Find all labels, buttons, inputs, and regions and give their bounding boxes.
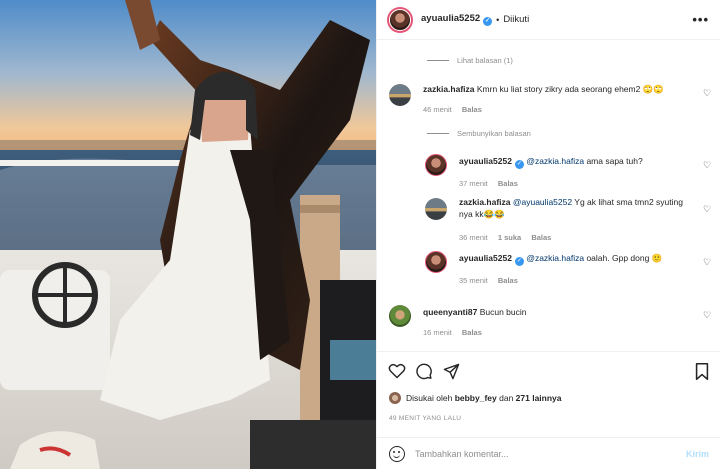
comment-body: Bucun bucin <box>479 307 527 317</box>
mention-link[interactable]: @ayuaulia5252 <box>513 197 572 207</box>
commenter-username[interactable]: zazkia.hafiza <box>423 84 475 94</box>
comments-list: Lihat balasan (1) zazkia.hafiza Kmrn ku … <box>377 41 720 351</box>
follow-status-button[interactable]: Diikuti <box>503 14 529 25</box>
author-username-text[interactable]: ayuaulia5252 <box>421 13 480 24</box>
view-replies-button[interactable]: Lihat balasan (1) <box>427 56 513 65</box>
divider <box>427 60 449 61</box>
reply-button[interactable]: Balas <box>498 276 518 285</box>
heart-icon[interactable] <box>388 363 406 379</box>
reply-meta: 35 menit Balas <box>459 276 526 285</box>
replier-username[interactable]: zazkia.hafiza <box>459 197 511 207</box>
reply-time[interactable]: 37 menit <box>459 179 488 188</box>
bookmark-icon[interactable] <box>695 363 709 380</box>
reply-meta: 36 menit 1 suka Balas <box>459 233 559 242</box>
post-time[interactable]: 49 MENIT YANG LALU <box>389 415 461 422</box>
heart-icon[interactable]: ♡ <box>703 88 711 99</box>
more-options-icon[interactable]: ••• <box>692 12 709 27</box>
replier-avatar[interactable] <box>425 198 447 220</box>
reply-button[interactable]: Balas <box>498 179 518 188</box>
emoji: 🙄🙄 <box>642 84 664 94</box>
post-actions: Disukai oleh bebby_fey dan 271 lainnya 4… <box>377 351 720 441</box>
post-header: ayuaulia5252 ✓ • Diikuti ••• <box>377 0 720 40</box>
comment-text: queenyanti87 Bucun bucin <box>423 306 527 318</box>
emoji-icon[interactable] <box>389 445 405 462</box>
view-replies-label[interactable]: Lihat balasan (1) <box>457 56 513 65</box>
verified-icon: ✓ <box>514 257 524 266</box>
mention-link[interactable]: @zazkia.hafiza <box>526 156 584 166</box>
commenter-avatar[interactable] <box>389 305 411 327</box>
post-photo[interactable] <box>0 0 376 469</box>
post-comment-button[interactable]: Kirim <box>686 449 709 459</box>
comment-time[interactable]: 16 menit <box>423 328 452 337</box>
mention-link[interactable]: @zazkia.hafiza <box>526 253 584 263</box>
hide-replies-label[interactable]: Sembunyikan balasan <box>457 129 531 138</box>
replier-avatar[interactable] <box>425 251 447 273</box>
comment-meta: 46 menit Balas <box>423 105 490 114</box>
reply-text: zazkia.hafiza @ayuaulia5252 Yg ak lihat … <box>459 196 691 220</box>
heart-icon[interactable]: ♡ <box>703 310 711 321</box>
share-icon[interactable] <box>443 363 460 380</box>
heart-icon[interactable]: ♡ <box>703 204 711 215</box>
hide-replies-button[interactable]: Sembunyikan balasan <box>427 129 531 138</box>
reply-time[interactable]: 35 menit <box>459 276 488 285</box>
liked-prefix: Disukai oleh <box>406 393 453 403</box>
heart-icon[interactable]: ♡ <box>703 160 711 171</box>
likes-others[interactable]: 271 lainnya <box>516 393 562 403</box>
liked-by: Disukai oleh bebby_fey dan 271 lainnya <box>389 392 562 404</box>
comment-meta: 16 menit Balas <box>423 328 490 337</box>
liker-avatar[interactable] <box>389 392 401 404</box>
author-username[interactable]: ayuaulia5252 ✓ <box>421 13 493 26</box>
liker-username[interactable]: bebby_fey <box>455 393 497 403</box>
verified-icon: ✓ <box>483 17 493 26</box>
heart-icon[interactable]: ♡ <box>703 257 711 268</box>
reply-time[interactable]: 36 menit <box>459 233 488 242</box>
divider <box>427 133 449 134</box>
reply-meta: 37 menit Balas <box>459 179 526 188</box>
post-detail-panel: ayuaulia5252 ✓ • Diikuti ••• Lihat balasa… <box>376 0 720 469</box>
reply-body: oalah. Gpp dong <box>586 253 650 263</box>
reply-button[interactable]: Balas <box>531 233 551 242</box>
reply-text: ayuaulia5252 ✓ @zazkia.hafiza oalah. Gpp … <box>459 252 662 266</box>
verified-icon: ✓ <box>514 160 524 169</box>
replier-avatar[interactable] <box>425 154 447 176</box>
comment-input[interactable] <box>415 448 665 459</box>
reply-button[interactable]: Balas <box>462 105 482 114</box>
comment-body: Kmrn ku liat story zikry ada seorang ehe… <box>476 84 641 94</box>
reply-body: ama sapa tuh? <box>586 156 643 166</box>
post-image <box>0 0 376 469</box>
liked-and: dan <box>499 393 514 403</box>
comment-composer: Kirim <box>377 437 720 469</box>
likes-count[interactable]: 1 suka <box>498 233 521 242</box>
reply-button[interactable]: Balas <box>462 328 482 337</box>
replier-username[interactable]: ayuaulia5252 <box>459 156 512 166</box>
separator-dot: • <box>496 14 500 25</box>
replier-username[interactable]: ayuaulia5252 <box>459 253 512 263</box>
commenter-username[interactable]: queenyanti87 <box>423 307 477 317</box>
comment-icon[interactable] <box>416 363 433 380</box>
emoji: 😂😂 <box>483 209 505 219</box>
commenter-avatar[interactable] <box>389 84 411 106</box>
comment-time[interactable]: 46 menit <box>423 105 452 114</box>
author-avatar[interactable] <box>387 6 413 33</box>
emoji: 🙂 <box>651 253 663 263</box>
comment-text: zazkia.hafiza Kmrn ku liat story zikry a… <box>423 83 664 95</box>
reply-text: ayuaulia5252 ✓ @zazkia.hafiza ama sapa tu… <box>459 155 643 169</box>
